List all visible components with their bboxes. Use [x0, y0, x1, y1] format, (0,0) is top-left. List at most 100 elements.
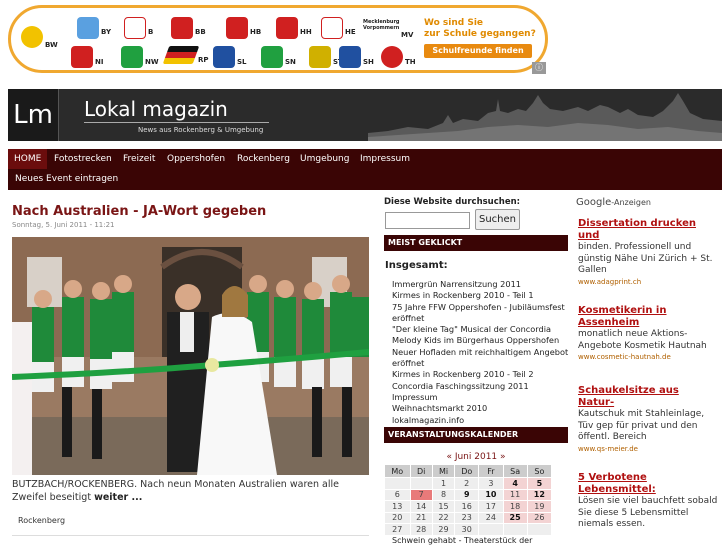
calendar-day[interactable]: 21 [409, 511, 433, 524]
calendar-day[interactable]: 8 [431, 488, 456, 501]
article-date: Sonntag, 5. Juni 2011 - 11:21 [12, 221, 115, 229]
search-input[interactable] [385, 212, 470, 229]
ad-title[interactable]: 5 Verbotene Lebensmittel: [578, 472, 718, 496]
calendar-day[interactable]: 19 [526, 500, 553, 513]
read-more-link[interactable]: weiter ... [94, 492, 142, 503]
site-logo[interactable]: Lm [8, 89, 59, 141]
calendar-day[interactable]: 26 [526, 511, 553, 524]
calendar-day[interactable]: 12 [526, 488, 553, 501]
list-item[interactable]: Kirmes in Rockenberg 2010 - Teil 1 [392, 290, 572, 301]
nav-rockenberg[interactable]: Rockenberg [237, 149, 290, 169]
calendar-day[interactable]: 27 [384, 523, 411, 536]
main-navigation: HOME Fotostrecken Freizeit Oppershofen R… [8, 149, 722, 190]
list-item[interactable]: Weihnachtsmarkt 2010 [392, 403, 572, 414]
calendar-day[interactable]: 15 [431, 500, 456, 513]
state-sn[interactable]: SN [261, 46, 296, 68]
nav-impressum[interactable]: Impressum [360, 149, 410, 169]
state-bw[interactable]: BW [21, 25, 58, 49]
list-item[interactable]: Neuer Hofladen mit reichhaltigem Angebot… [392, 347, 572, 370]
ad-url[interactable]: www.cosmetic-hautnah.de [578, 352, 718, 362]
calendar-day[interactable]: 14 [409, 500, 433, 513]
state-ni[interactable]: NI [71, 46, 103, 68]
calendar-day[interactable]: 6 [384, 488, 411, 501]
search-button[interactable]: Suchen [475, 209, 520, 230]
ad-text: Lösen sie viel bauchfett sobald Sie dies… [578, 496, 718, 529]
calendar-day[interactable]: 5 [526, 477, 553, 490]
state-b[interactable]: B [124, 17, 153, 39]
calendar-prev-button[interactable]: « [446, 452, 452, 462]
nav-new-event[interactable]: Neues Event eintragen [15, 169, 118, 189]
calendar-day[interactable]: 1 [431, 477, 456, 490]
state-rp[interactable]: RP [162, 46, 209, 64]
list-item[interactable]: 75 Jahre FFW Oppershofen - Jubiläumsfest… [392, 302, 572, 325]
calendar-day[interactable]: 7 [409, 488, 433, 501]
calendar-day[interactable]: 23 [454, 511, 480, 524]
calendar-day[interactable]: 17 [478, 500, 504, 513]
sn-crest-icon [261, 46, 283, 68]
ad-url[interactable]: www.adagprint.ch [578, 277, 718, 287]
calendar-day[interactable]: 24 [478, 511, 504, 524]
ad-item[interactable]: Kosmetikerin in Assenheim monatlich neue… [578, 305, 718, 362]
state-th[interactable]: TH [381, 46, 416, 68]
list-item[interactable]: Concordia Faschingssitzung 2011 [392, 381, 572, 392]
calendar-day[interactable]: 11 [502, 488, 528, 501]
ad-item[interactable]: 5 Verbotene Lebensmittel: Lösen sie viel… [578, 472, 718, 531]
calendar-day[interactable]: 4 [502, 477, 528, 490]
calendar-day[interactable]: 28 [409, 523, 433, 536]
list-item[interactable]: "Der kleine Tag" Musical der Concordia [392, 324, 572, 335]
most-clicked-subheading: Insgesamt: [385, 260, 448, 271]
bw-crest-icon [21, 26, 43, 48]
state-hb[interactable]: HB [226, 17, 261, 39]
nav-oppershofen[interactable]: Oppershofen [167, 149, 225, 169]
ad-info-icon[interactable]: ⓘ [532, 62, 546, 74]
calendar-empty-cell [502, 523, 528, 536]
list-item[interactable]: Immergrün Narrensitzung 2011 [392, 279, 572, 290]
ad-item[interactable]: Dissertation drucken und binden. Profess… [578, 218, 718, 287]
school-friends-banner[interactable]: BW BY B BB HB HH HE Mecklenburg Vorpomme… [8, 5, 548, 73]
state-bb[interactable]: BB [171, 17, 206, 39]
ad-title[interactable]: Dissertation drucken und [578, 218, 718, 242]
event-calendar: Mo Di Mi Do Fr Sa So 1 2 3 4 5 6 7 8 9 10 11 12 13 14 15 16 17… [384, 464, 553, 536]
site-title[interactable]: Lokal magazin [84, 97, 228, 121]
ad-item[interactable]: Schaukelsitze aus Natur- Kautschuk mit S… [578, 385, 718, 454]
calendar-day[interactable]: 18 [502, 500, 528, 513]
nav-home[interactable]: HOME [8, 149, 48, 169]
article-title[interactable]: Nach Australien - JA-Wort gegeben [12, 204, 266, 219]
calendar-day[interactable]: 29 [431, 523, 456, 536]
calendar-day[interactable]: 9 [454, 488, 480, 501]
state-by[interactable]: BY [77, 17, 111, 39]
state-st[interactable]: ST [309, 46, 343, 68]
calendar-day[interactable]: 25 [502, 511, 528, 524]
state-mv[interactable]: Mecklenburg Vorpommern MV [363, 19, 413, 39]
ad-title[interactable]: Kosmetikerin in Assenheim [578, 305, 718, 329]
calendar-day[interactable]: 16 [454, 500, 480, 513]
nav-freizeit[interactable]: Freizeit [123, 149, 155, 169]
ad-title[interactable]: Schaukelsitze aus Natur- [578, 385, 718, 409]
state-sl[interactable]: SL [213, 46, 247, 68]
list-item[interactable]: Kirmes in Rockenberg 2010 - Teil 2 [392, 369, 572, 380]
calendar-day[interactable]: 22 [431, 511, 456, 524]
calendar-day[interactable]: 20 [384, 511, 411, 524]
banner-question: Wo sind Sie zur Schule gegangen? [424, 18, 536, 39]
calendar-day[interactable]: 10 [478, 488, 504, 501]
calendar-day[interactable]: 2 [454, 477, 480, 490]
list-item[interactable]: Impressum [392, 392, 572, 403]
nav-fotostrecken[interactable]: Fotostrecken [54, 149, 112, 169]
calendar-day[interactable]: 30 [454, 523, 480, 536]
calendar-day[interactable]: 13 [384, 500, 411, 513]
ad-url[interactable]: www.qs-meier.de [578, 444, 718, 454]
calendar-next-button[interactable]: » [500, 452, 506, 462]
nav-umgebung[interactable]: Umgebung [300, 149, 349, 169]
calendar-event-line[interactable]: Schwein gehabt - Theaterstück der [392, 536, 572, 545]
find-school-friends-button[interactable]: Schulfreunde finden [424, 44, 532, 58]
list-item[interactable]: lokalmagazin.info [392, 415, 572, 426]
state-nw[interactable]: NW [121, 46, 159, 68]
calendar-week-row: 27 28 29 30 [384, 523, 553, 536]
state-sh[interactable]: SH [339, 46, 374, 68]
wedding-photo[interactable] [12, 237, 369, 475]
calendar-day[interactable]: 3 [478, 477, 504, 490]
article-tag-rockenberg[interactable]: Rockenberg [18, 516, 65, 525]
state-he[interactable]: HE [321, 17, 356, 39]
list-item[interactable]: Melody Kids im Bürgerhaus Oppershofen [392, 335, 572, 346]
state-hh[interactable]: HH [276, 17, 312, 39]
